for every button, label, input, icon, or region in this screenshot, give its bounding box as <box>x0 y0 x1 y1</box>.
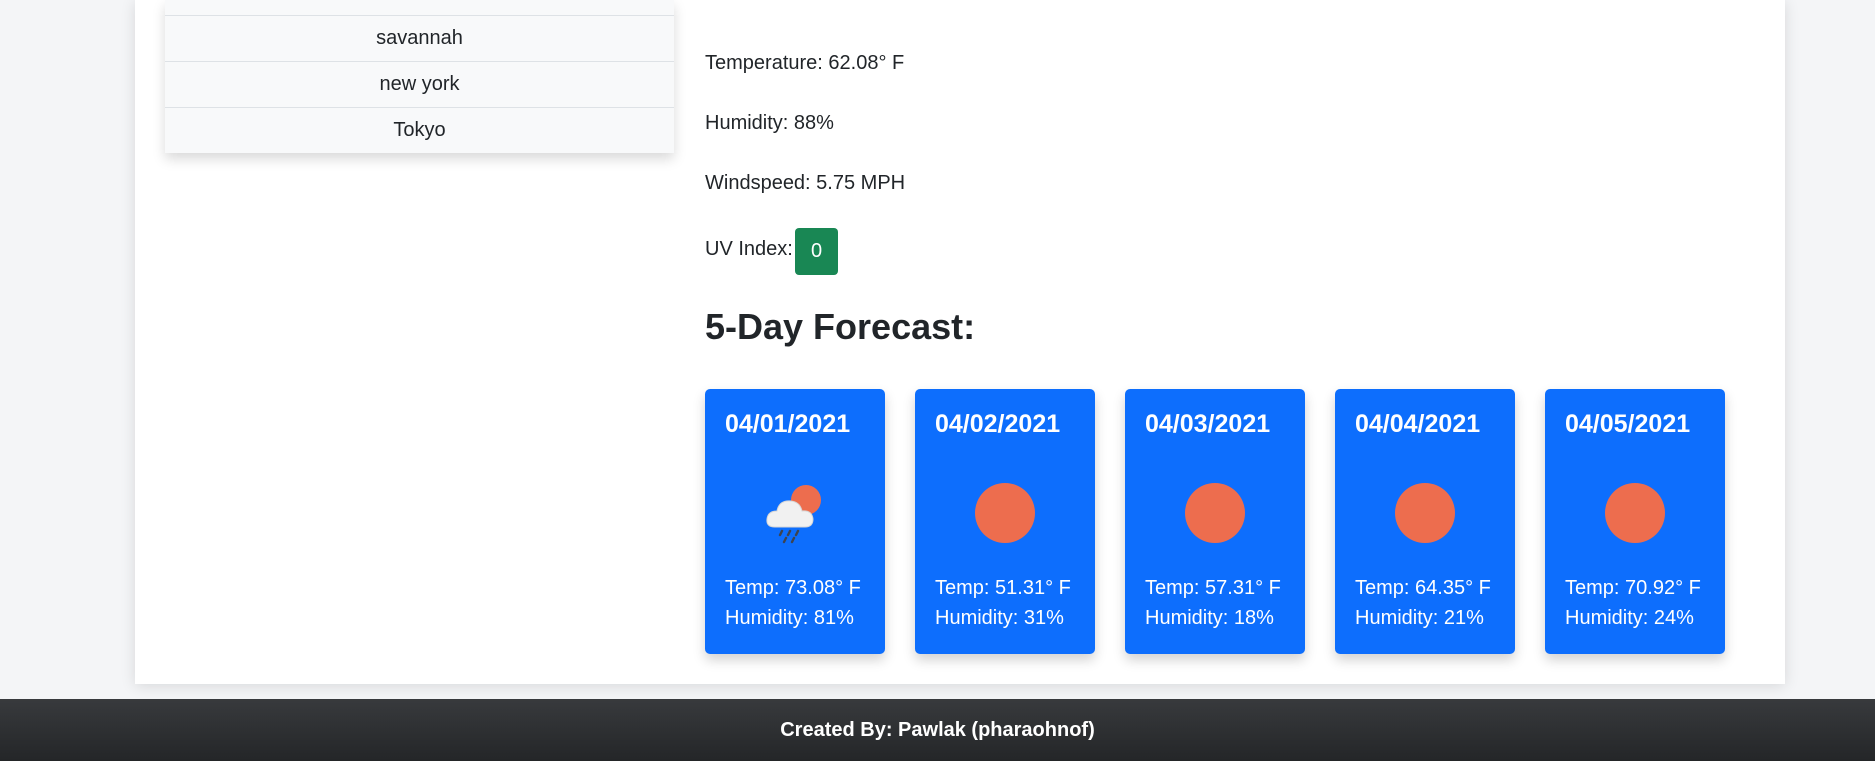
sun-icon <box>973 481 1037 545</box>
forecast-humidity: Humidity: 18% <box>1145 607 1274 629</box>
forecast-temp: Temp: 51.31° F <box>935 577 1071 599</box>
sun-icon <box>1603 481 1667 545</box>
search-history-list: savannah new york Tokyo <box>165 0 674 153</box>
current-temperature: Temperature: 62.08° F <box>705 52 905 74</box>
forecast-temp: Temp: 64.35° F <box>1355 577 1491 599</box>
uv-index-badge: 0 <box>795 228 838 275</box>
current-windspeed: Windspeed: 5.75 MPH <box>705 172 906 194</box>
forecast-date: 04/04/2021 <box>1355 410 1481 438</box>
forecast-card: 04/02/2021 Temp: 51.31° F Humidity: 31% <box>915 389 1095 654</box>
footer-credit: Created By: Pawlak (pharaohnof) <box>780 718 1095 741</box>
cloud-rain-sun-icon <box>763 481 827 545</box>
forecast-cards: 04/01/2021 Temp: 73.08° F Humidity: 81% … <box>705 389 1745 654</box>
forecast-temp: Temp: 73.08° F <box>725 577 861 599</box>
forecast-date: 04/05/2021 <box>1565 410 1691 438</box>
forecast-date: 04/02/2021 <box>935 410 1061 438</box>
forecast-date: 04/03/2021 <box>1145 410 1271 438</box>
forecast-temp: Temp: 57.31° F <box>1145 577 1281 599</box>
forecast-card: 04/01/2021 Temp: 73.08° F Humidity: 81% <box>705 389 885 654</box>
forecast-temp: Temp: 70.92° F <box>1565 577 1701 599</box>
forecast-card: 04/03/2021 Temp: 57.31° F Humidity: 18% <box>1125 389 1305 654</box>
forecast-humidity: Humidity: 21% <box>1355 607 1484 629</box>
main-container: savannah new york Tokyo Temperature: 62.… <box>135 0 1785 684</box>
sun-icon <box>1183 481 1247 545</box>
uv-index-label: UV Index: <box>705 238 793 260</box>
search-history-item-new-york[interactable]: new york <box>165 62 674 108</box>
forecast-humidity: Humidity: 31% <box>935 607 1064 629</box>
sun-icon <box>1393 481 1457 545</box>
search-history-label: Tokyo <box>393 119 446 141</box>
forecast-card: 04/05/2021 Temp: 70.92° F Humidity: 24% <box>1545 389 1725 654</box>
search-history-item-tokyo[interactable]: Tokyo <box>165 108 674 153</box>
page-footer: Created By: Pawlak (pharaohnof) <box>0 699 1875 761</box>
forecast-date: 04/01/2021 <box>725 410 851 438</box>
forecast-humidity: Humidity: 24% <box>1565 607 1694 629</box>
search-history-label: savannah <box>376 27 463 49</box>
search-history-item-savannah[interactable]: savannah <box>165 16 674 62</box>
forecast-card: 04/04/2021 Temp: 64.35° F Humidity: 21% <box>1335 389 1515 654</box>
search-history-label: new york <box>379 73 460 95</box>
search-history-item[interactable] <box>165 0 674 16</box>
forecast-title: 5-Day Forecast: <box>705 306 976 347</box>
current-humidity: Humidity: 88% <box>705 112 834 134</box>
forecast-humidity: Humidity: 81% <box>725 607 854 629</box>
